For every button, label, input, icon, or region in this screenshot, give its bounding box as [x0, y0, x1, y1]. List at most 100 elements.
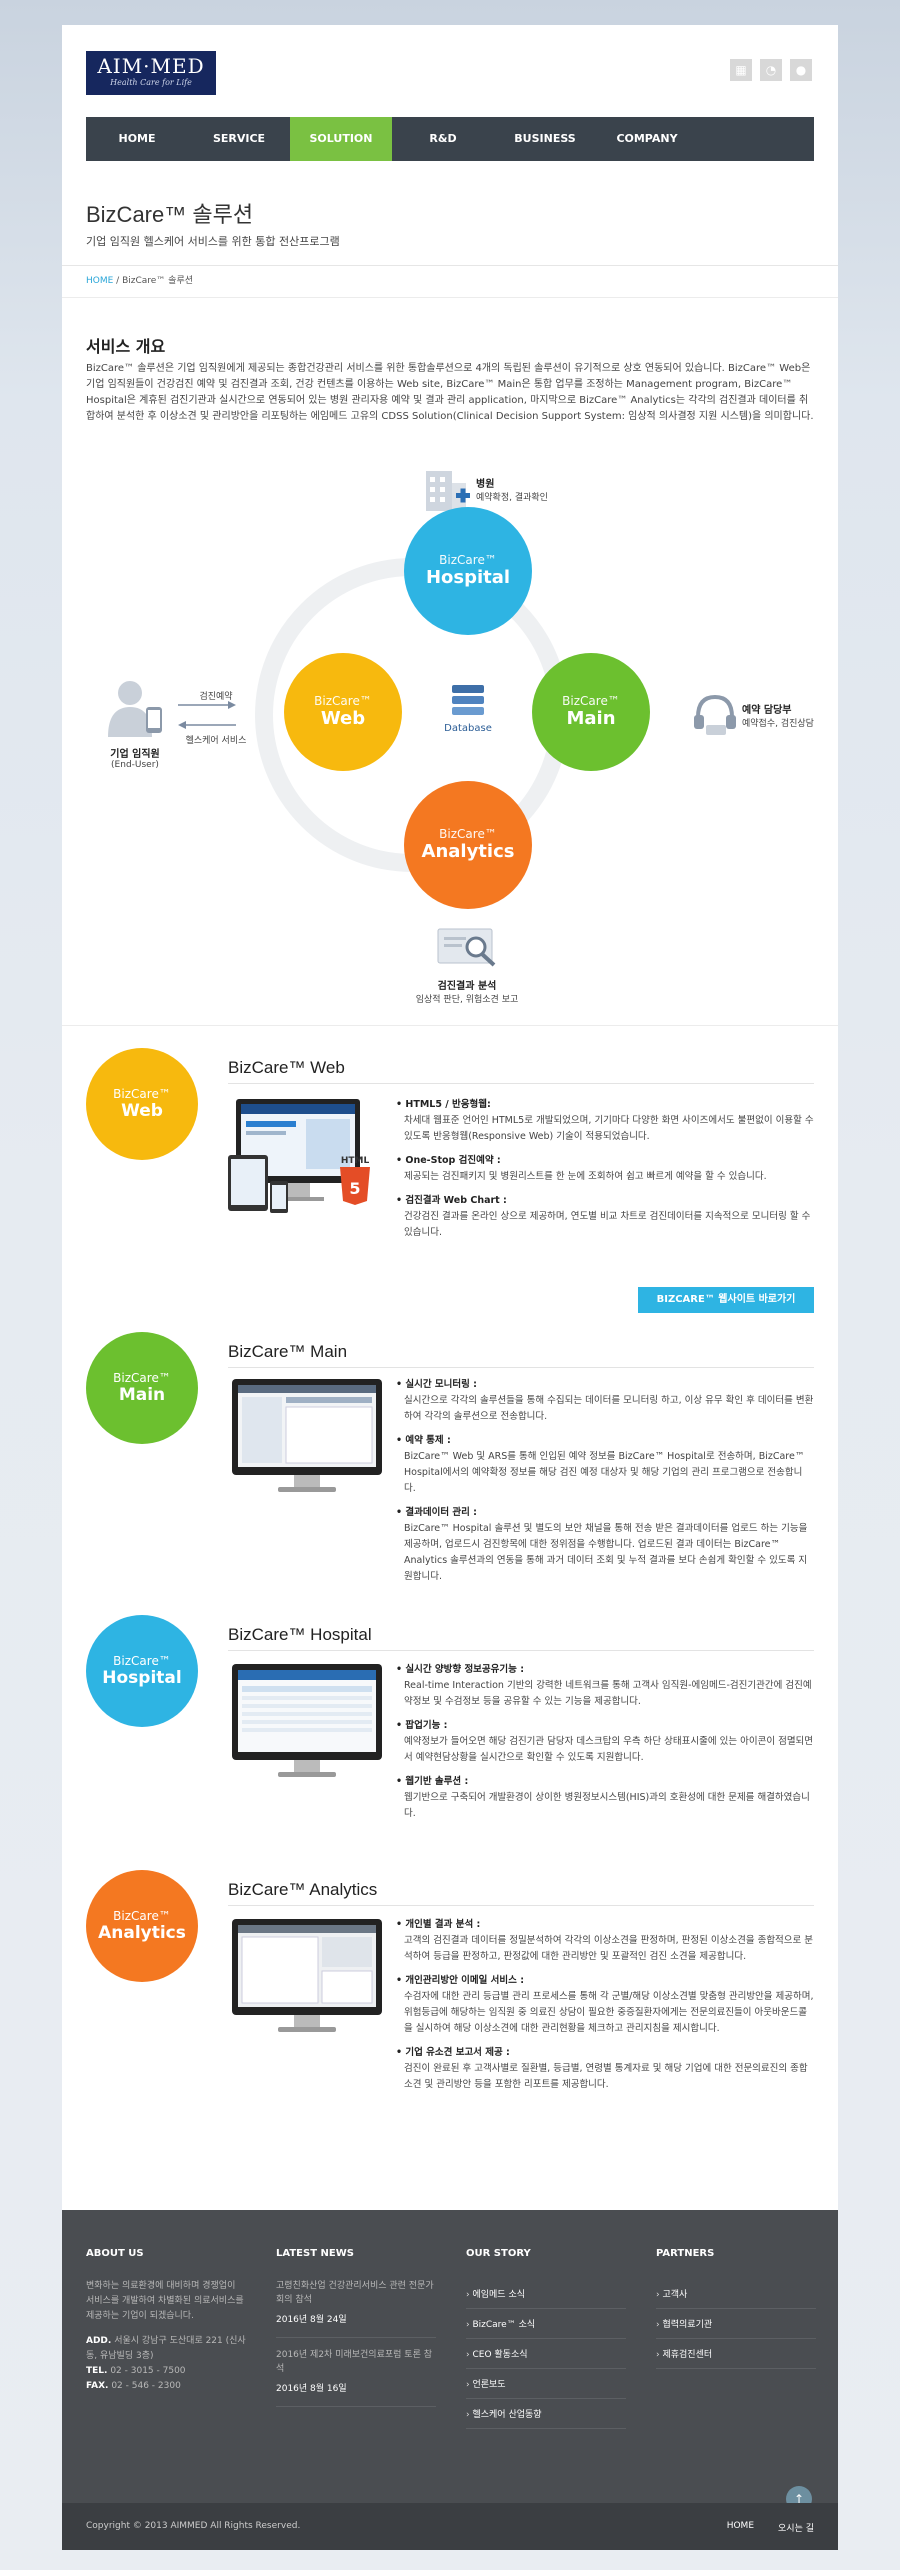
web-circle-brand: BizCare™: [314, 694, 372, 708]
news-item[interactable]: 고령친화산업 건강관리서비스 관련 전문가 회의 참석 2016년 8월 24일: [276, 2279, 436, 2338]
bullet-title: • 웹기반 솔루션 :: [396, 1776, 469, 1787]
agent-label: 예약 담당부 예약접수, 검진상담: [742, 701, 814, 729]
nav-home[interactable]: HOME: [86, 117, 188, 161]
hospital-section-brand: BizCare™: [113, 1654, 171, 1668]
footer-home-link[interactable]: HOME: [727, 2521, 754, 2534]
database-icon: [452, 685, 484, 715]
analytics-circle-name: Analytics: [421, 841, 515, 862]
headset-icon: [694, 694, 736, 735]
hospital-section-bullets: • 실시간 양방향 정보공유기능 : Real-time Interaction…: [396, 1662, 814, 1830]
hospital-circle[interactable]: BizCare™ Hospital: [404, 507, 532, 635]
agent-label-desc: 예약접수, 검진상담: [742, 719, 814, 729]
footer-story-title: OUR STORY: [466, 2248, 531, 2259]
web-section-brand: BizCare™: [113, 1087, 171, 1101]
user-label-title: 기업 임직원: [110, 749, 160, 760]
bullet-title-text: 결과데이터 관리 :: [405, 1507, 477, 1518]
story-link[interactable]: 언론보도: [466, 2369, 626, 2399]
bullet-title: • 예약 통제 :: [396, 1435, 451, 1446]
bullet-title-text: 기업 유소견 보고서 제공 :: [405, 2047, 510, 2058]
bullet-title-text: One-Stop 검진예약 :: [405, 1155, 501, 1166]
bullet-desc: 검진이 완료된 후 고객사별로 질환별, 등급별, 연령별 통계자료 및 해당 …: [404, 2063, 808, 2090]
arrow-label-service: 헬스케어 서비스: [185, 736, 247, 746]
main-circle[interactable]: BizCare™ Main: [532, 653, 650, 771]
hospital-label: 병원 예약확정, 결과확인: [476, 475, 548, 503]
footer-bottom-bar: Copyright © 2013 AIMMED All Rights Reser…: [62, 2503, 838, 2550]
bullet-desc: 차세대 웹표준 언어인 HTML5로 개발되었으며, 기기마다 다양한 화면 사…: [404, 1115, 814, 1142]
fax-label: FAX.: [86, 2381, 109, 2391]
bullet-title-text: 개인별 결과 분석 :: [405, 1919, 481, 1930]
analysis-label: 검진결과 분석 임상적 판단, 위험소견 보고: [392, 977, 542, 1005]
bullet-desc: 수검자에 대한 관리 등급별 관리 프로세스를 통해 각 군별/해당 이상소견별…: [404, 1991, 814, 2034]
analytics-circle[interactable]: BizCare™ Analytics: [404, 781, 532, 909]
hospital-section-title: BizCare™ Hospital: [228, 1625, 372, 1644]
logo-main-text: AIM·MED: [97, 54, 205, 78]
footer-about: ABOUT US 변화하는 의료환경에 대비하며 경쟁업이 서비스를 개발하여 …: [86, 2248, 246, 2394]
hospital-label-desc: 예약확정, 결과확인: [476, 493, 548, 503]
overview-text: BizCare™ 솔루션은 기업 임직원에게 제공되는 종합건강관리 서비스를 …: [86, 363, 814, 422]
map-pin-icon[interactable]: ●: [790, 59, 812, 81]
footer-bottom-nav: HOME 오시는 길: [727, 2521, 814, 2534]
footer-news: LATEST NEWS 고령친화산업 건강관리서비스 관련 전문가 회의 참석 …: [276, 2248, 436, 2417]
bizcare-website-button[interactable]: BIZCARE™ 웹사이트 바로가기: [638, 1287, 814, 1313]
footer-location-link[interactable]: 오시는 길: [778, 2521, 814, 2534]
partner-link[interactable]: 고객사: [656, 2279, 816, 2309]
user-label: 기업 임직원 (End-User): [92, 745, 178, 770]
main-circle-brand: BizCare™: [562, 694, 620, 708]
footer-partners-title: PARTNERS: [656, 2248, 715, 2259]
nav-rnd[interactable]: R&D: [392, 117, 494, 161]
service-diagram: 병원 예약확정, 결과확인 BizCare™ Hospital BizCare™…: [62, 455, 838, 1015]
bullet-desc: 건강검진 결과를 온라인 상으로 제공하며, 연도별 비교 차트로 검진데이터를…: [404, 1211, 811, 1238]
web-circle-name: Web: [320, 708, 366, 729]
main-circle-name: Main: [566, 708, 616, 729]
footer-about-title: ABOUT US: [86, 2248, 144, 2259]
bullet-title: • 기업 유소견 보고서 제공 :: [396, 2047, 510, 2058]
divider: [228, 1905, 814, 1906]
calendar-icon[interactable]: ▦: [730, 59, 752, 81]
story-link[interactable]: BizCare™ 소식: [466, 2309, 626, 2339]
nav-business[interactable]: BUSINESS: [494, 117, 596, 161]
main-nav: HOME SERVICE SOLUTION R&D BUSINESS COMPA…: [86, 117, 814, 161]
copyright: Copyright © 2013 AIMMED All Rights Reser…: [86, 2521, 301, 2531]
nav-solution[interactable]: SOLUTION: [290, 117, 392, 161]
database-label: Database: [444, 723, 492, 734]
bullet-title-text: 웹기반 솔루션 :: [405, 1776, 469, 1787]
page-container: AIM·MED Health Care for Life ▦ ◔ ● HOME …: [62, 25, 838, 2550]
bullet-desc: BizCare™ Web 및 ARS를 통해 인입된 예약 정보를 BizCar…: [404, 1451, 805, 1494]
news-date: 2016년 8월 16일: [276, 2384, 347, 2394]
story-link[interactable]: 에임메드 소식: [466, 2279, 626, 2309]
bullet-title: • 개인관리방안 이메일 서비스 :: [396, 1975, 524, 1986]
web-section-bullets: • HTML5 / 반응형웹: 차세대 웹표준 언어인 HTML5로 개발되었으…: [396, 1097, 814, 1249]
breadcrumb: HOME / BizCare™ 솔루션: [86, 273, 193, 286]
bullet-title-text: 개인관리방안 이메일 서비스 :: [405, 1975, 524, 1986]
breadcrumb-home-link[interactable]: HOME: [86, 276, 113, 286]
aimmed-logo[interactable]: AIM·MED Health Care for Life: [86, 51, 216, 95]
page-title: BizCare™ 솔루션: [86, 202, 254, 227]
main-section-brand: BizCare™: [113, 1371, 171, 1385]
main-section-bullets: • 실시간 모니터링 : 실시간으로 각각의 솔루션들을 통해 수집되는 데이터…: [396, 1377, 814, 1593]
news-item[interactable]: 2016년 제2차 미래보건의료포럼 토론 참석 2016년 8월 16일: [276, 2348, 436, 2407]
partner-link[interactable]: 제휴검진센터: [656, 2339, 816, 2369]
rss-icon[interactable]: ◔: [760, 59, 782, 81]
bullet-title-text: 검진결과 Web Chart :: [405, 1195, 507, 1206]
analytics-section-brand: BizCare™: [113, 1909, 171, 1923]
bullet-title: • 실시간 양방향 정보공유기능 :: [396, 1664, 524, 1675]
story-link[interactable]: 헬스케어 산업동향: [466, 2399, 626, 2429]
footer-address: ADD. 서울시 강남구 도산대로 221 (신사동, 유남빌딩 3층) TEL…: [86, 2334, 246, 2394]
news-text: 2016년 제2차 미래보건의료포럼 토론 참석: [276, 2350, 432, 2374]
responsive-devices-image: 5 HTML: [228, 1099, 370, 1213]
footer: ABOUT US 변화하는 의료환경에 대비하며 경쟁업이 서비스를 개발하여 …: [62, 2210, 838, 2550]
hospital-circle-name: Hospital: [425, 567, 511, 588]
story-link[interactable]: CEO 활동소식: [466, 2339, 626, 2369]
hospital-circle-brand: BizCare™: [439, 553, 497, 567]
analytics-section-name: Analytics: [98, 1923, 186, 1943]
analytics-circle-brand: BizCare™: [439, 827, 497, 841]
partner-link[interactable]: 협력의료기관: [656, 2309, 816, 2339]
divider: [62, 297, 838, 298]
fax-value: 02 - 546 - 2300: [111, 2381, 181, 2391]
nav-service[interactable]: SERVICE: [188, 117, 290, 161]
web-circle[interactable]: BizCare™ Web: [284, 653, 402, 771]
web-section-circle: BizCare™ Web: [86, 1048, 198, 1160]
addr-label: ADD.: [86, 2336, 112, 2346]
user-label-sub: (End-User): [111, 760, 159, 770]
nav-company[interactable]: COMPANY: [596, 117, 698, 161]
